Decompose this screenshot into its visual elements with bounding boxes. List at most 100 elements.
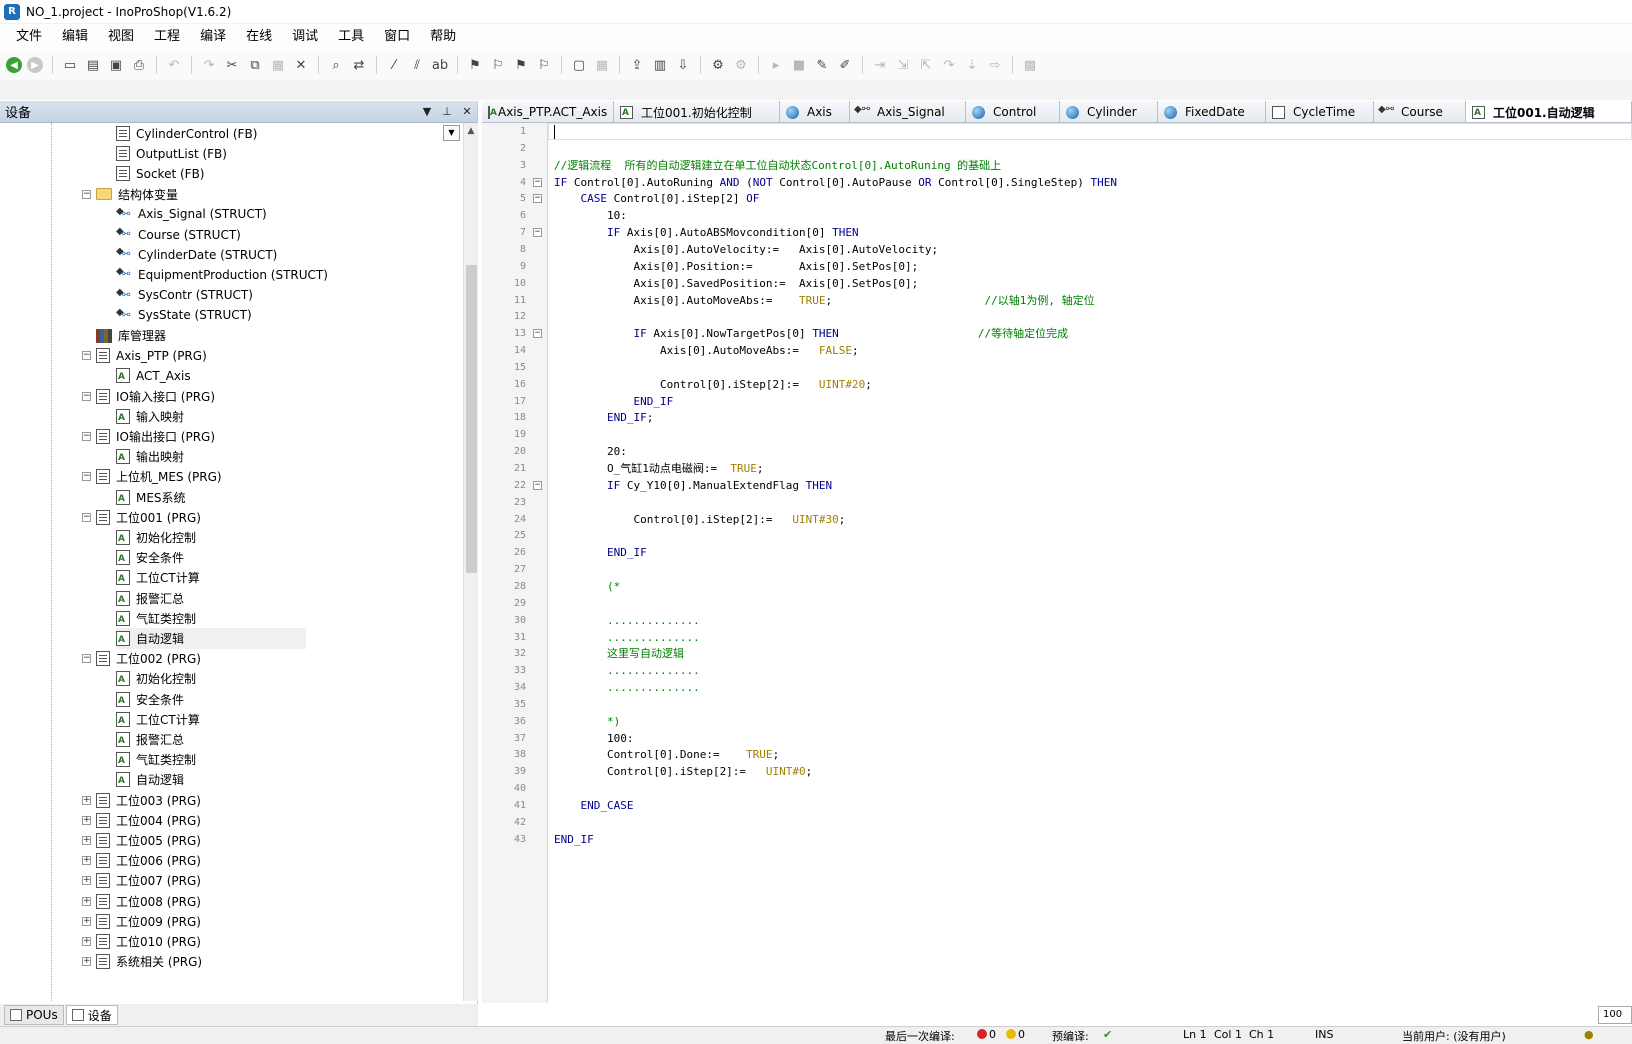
tree-item[interactable]: 工位002 (PRG) — [96, 648, 201, 669]
tree-item[interactable]: 工位005 (PRG) — [96, 830, 201, 851]
tree-item[interactable]: 初始化控制 — [116, 668, 196, 689]
copy-icon[interactable]: ⧉ — [245, 55, 265, 75]
tree-item[interactable]: CylinderDate (STRUCT) — [116, 244, 277, 265]
code-text[interactable]: IF Control[0].AutoRuning AND (NOT Contro… — [554, 174, 1117, 191]
menu-item-2[interactable]: 视图 — [98, 26, 144, 48]
new-icon[interactable]: ▭ — [60, 55, 80, 75]
bookmark-next-icon[interactable]: ⚐ — [488, 55, 508, 75]
code-editor[interactable]: 1 2 3//逻辑流程 所有的自动逻辑建立在单工位自动状态Control[0].Au… — [482, 123, 1632, 1003]
expand-icon[interactable]: + — [82, 856, 91, 866]
expand-icon[interactable]: + — [82, 795, 91, 805]
bookmark-clear-icon[interactable]: ⚐ — [534, 55, 554, 75]
tree-item[interactable]: ACT_Axis — [116, 365, 191, 386]
collapse-icon[interactable]: − — [82, 654, 91, 664]
stop-icon[interactable]: ■ — [789, 55, 809, 75]
bookmark-prev-icon[interactable]: ⚑ — [511, 55, 531, 75]
collapse-icon[interactable]: − — [82, 512, 91, 522]
tree-item[interactable]: 库管理器 — [96, 325, 166, 346]
paste-icon[interactable]: ▦ — [268, 55, 288, 75]
tree-item[interactable]: IO输出接口 (PRG) — [96, 426, 215, 447]
uncomment-icon[interactable]: ⫽ — [407, 55, 427, 75]
code-text[interactable]: Control[0].iStep[2]:= UINT#0; — [554, 763, 812, 780]
tree-item[interactable]: CylinderControl (FB) — [116, 123, 257, 144]
panel-tab-0[interactable]: POUs — [4, 1005, 64, 1025]
code-text[interactable]: Control[0].Done:= TRUE; — [554, 746, 779, 763]
breakpoint-icon[interactable]: ⇣ — [962, 55, 982, 75]
panel-tab-1[interactable]: 设备 — [65, 1005, 118, 1025]
menu-item-7[interactable]: 工具 — [328, 26, 374, 48]
code-text[interactable]: END_IF — [554, 831, 594, 848]
print-icon[interactable]: ⎙ — [129, 55, 149, 75]
tree-item[interactable]: 工位003 (PRG) — [96, 790, 201, 811]
tree-item[interactable]: 工位008 (PRG) — [96, 891, 201, 912]
run-icon[interactable]: ▸ — [766, 55, 786, 75]
code-text[interactable]: .............. — [554, 679, 700, 696]
tree-item[interactable]: 工位006 (PRG) — [96, 850, 201, 871]
fold-toggle-icon[interactable]: − — [533, 194, 542, 204]
expand-icon[interactable]: + — [82, 876, 91, 886]
tree-item[interactable]: 输出映射 — [116, 446, 184, 467]
tree-item[interactable]: 安全条件 — [116, 547, 184, 568]
tree-item[interactable]: IO输入接口 (PRG) — [96, 386, 215, 407]
build-icon[interactable]: ▥ — [650, 55, 670, 75]
expand-icon[interactable]: + — [82, 896, 91, 906]
menu-item-5[interactable]: 在线 — [236, 26, 282, 48]
tree-item[interactable]: 工位001 (PRG) — [96, 507, 201, 528]
editor-tab[interactable]: 工位001.初始化控制 — [614, 101, 780, 122]
collapse-icon[interactable]: − — [82, 351, 91, 361]
collapse-icon[interactable]: − — [82, 391, 91, 401]
code-text[interactable]: Axis[0].Position:= Axis[0].SetPos[0]; — [554, 258, 918, 275]
editor-tab[interactable]: Axis_Signal — [850, 101, 966, 122]
editor-tab[interactable]: Axis — [780, 101, 850, 122]
next-icon[interactable]: ⇨ — [985, 55, 1005, 75]
menu-item-1[interactable]: 编辑 — [52, 26, 98, 48]
code-text[interactable]: Axis[0].AutoMoveAbs:= FALSE; — [554, 342, 859, 359]
code-text[interactable]: O_气缸1动点电磁阀:= TRUE; — [554, 460, 764, 477]
code-text[interactable]: END_CASE — [554, 797, 634, 814]
tree-item[interactable]: MES系统 — [116, 487, 186, 508]
menu-item-4[interactable]: 编译 — [190, 26, 236, 48]
tree-item[interactable]: 工位007 (PRG) — [96, 870, 201, 891]
code-text[interactable]: IF Axis[0].NowTargetPos[0] THEN //等待轴定位完… — [554, 325, 1068, 342]
undo-icon[interactable]: ↶ — [164, 55, 184, 75]
tree-item[interactable]: Axis_Signal (STRUCT) — [116, 204, 267, 225]
code-text[interactable]: .............. — [554, 612, 700, 629]
cut-icon[interactable]: ✂ — [222, 55, 242, 75]
monitor-icon[interactable]: ▩ — [1020, 55, 1040, 75]
tree-item[interactable]: 工位010 (PRG) — [96, 931, 201, 952]
editor-tab[interactable]: Cylinder — [1060, 101, 1158, 122]
step-into-icon[interactable]: ⇲ — [893, 55, 913, 75]
tree-item[interactable]: 工位CT计算 — [116, 709, 200, 730]
code-text[interactable]: Control[0].iStep[2]:= UINT#30; — [554, 511, 845, 528]
fold-toggle-icon[interactable]: − — [533, 480, 542, 490]
collapse-icon[interactable]: − — [82, 432, 91, 441]
expand-icon[interactable]: + — [82, 836, 91, 845]
tree-item[interactable]: 安全条件 — [116, 689, 184, 710]
step-over-icon[interactable]: ↷ — [939, 55, 959, 75]
fold-toggle-icon[interactable]: − — [533, 228, 542, 238]
bulb-icon[interactable]: ● — [1584, 1028, 1594, 1041]
code-text[interactable]: END_IF — [554, 393, 673, 410]
tree-item[interactable]: 输入映射 — [116, 406, 184, 427]
menu-item-9[interactable]: 帮助 — [420, 26, 466, 48]
editor-tab[interactable]: Course — [1374, 101, 1466, 122]
expand-icon[interactable]: + — [82, 937, 91, 946]
forward-icon[interactable]: ▶ — [27, 57, 43, 73]
tree-item[interactable]: 工位CT计算 — [116, 567, 200, 588]
code-text[interactable]: (* — [554, 578, 620, 595]
settings-icon[interactable]: ✎ — [812, 55, 832, 75]
editor-tab[interactable]: Axis_PTP.ACT_Axis — [482, 101, 614, 122]
export-icon[interactable]: ⇪ — [627, 55, 647, 75]
code-text[interactable]: 10: — [554, 207, 627, 224]
edit-icon[interactable]: ✐ — [835, 55, 855, 75]
tree-item[interactable]: 报警汇总 — [116, 729, 184, 750]
tree-item[interactable]: Socket (FB) — [116, 163, 204, 184]
code-text[interactable]: Control[0].iStep[2]:= UINT#20; — [554, 376, 872, 393]
step-out-icon[interactable]: ⇱ — [916, 55, 936, 75]
delete-icon[interactable]: ✕ — [291, 55, 311, 75]
panel-dropdown-icon[interactable]: ▼ — [417, 105, 437, 118]
code-text[interactable]: END_IF; — [554, 409, 653, 426]
fold-toggle-icon[interactable]: − — [533, 177, 542, 187]
editor-tab[interactable]: Control — [966, 101, 1060, 122]
comment-icon[interactable]: ⁄ — [384, 55, 404, 75]
